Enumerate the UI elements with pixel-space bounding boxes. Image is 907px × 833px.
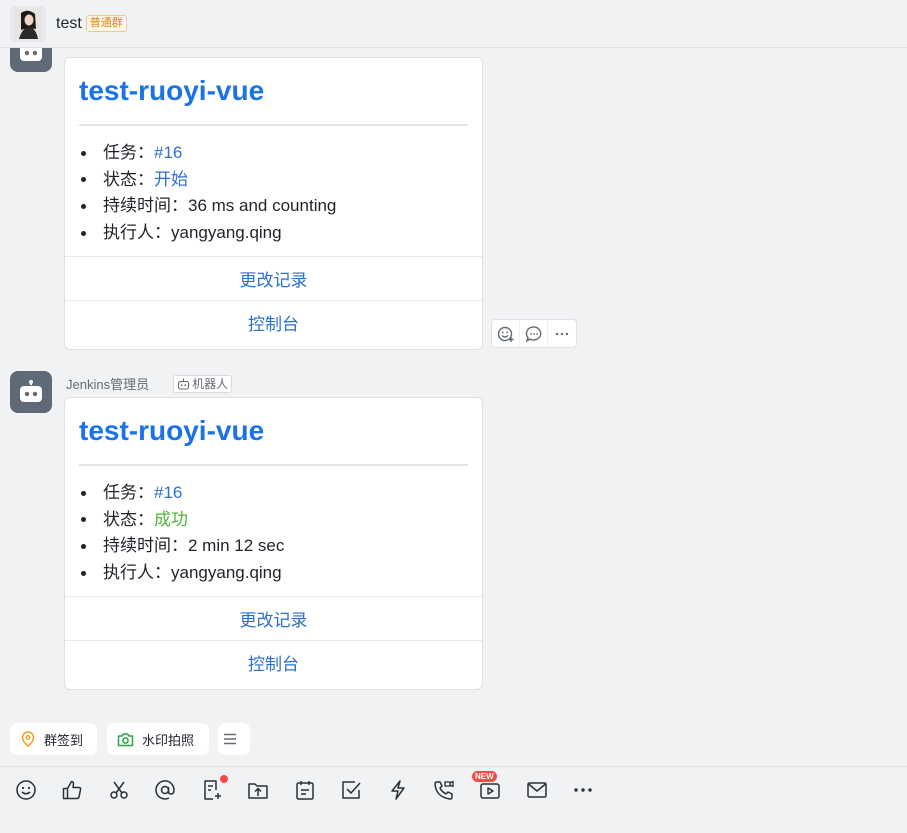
more-tools-button[interactable]	[571, 778, 595, 802]
reply-button[interactable]	[520, 320, 548, 347]
sender-row: Jenkins管理员 机器人	[66, 374, 233, 393]
emoji-button[interactable]	[14, 778, 38, 802]
robot-tag-icon	[178, 378, 190, 390]
bullet	[81, 177, 86, 183]
emoji-add-icon	[497, 326, 513, 342]
field-label: 状态：	[103, 169, 154, 189]
bullet	[81, 490, 86, 496]
quick-reply-button[interactable]	[386, 778, 410, 802]
new-badge: NEW	[472, 771, 497, 782]
add-reaction-button[interactable]	[492, 320, 520, 347]
more-icon	[555, 332, 569, 335]
list-item: 执行人： yangyang.qing	[79, 220, 482, 247]
bullet	[81, 517, 86, 523]
field-label: 任务：	[103, 483, 154, 502]
duration-value: 2 min 12 sec	[188, 536, 285, 556]
bullet	[81, 150, 86, 156]
quick-action-label: 水印拍照	[142, 732, 195, 748]
status-value: 开始	[154, 169, 188, 189]
screenshot-button[interactable]	[107, 778, 131, 802]
list-item: 状态： 开始	[79, 167, 482, 194]
field-label: 任务：	[103, 143, 154, 162]
input-toolbar: NEW	[0, 766, 907, 833]
field-label: 状态：	[103, 509, 154, 529]
field-label: 持续时间：	[103, 536, 188, 556]
executor-value: yangyang.qing	[171, 562, 282, 582]
emoji-icon	[16, 780, 36, 800]
mail-icon	[527, 782, 547, 798]
group-avatar[interactable]	[10, 5, 46, 42]
bullet	[81, 543, 86, 549]
field-label: 执行人：	[103, 222, 171, 242]
camera-icon	[117, 732, 134, 746]
upload-file-button[interactable]	[246, 778, 270, 802]
checkbox-icon	[342, 781, 361, 799]
status-value: 成功	[154, 509, 188, 529]
console-button[interactable]: 控制台	[65, 640, 482, 684]
jenkins-card: test-ruoyi-vue 任务： #16 状态： 成功 持续时间： 2 min 1…	[64, 397, 483, 690]
doc-add-icon	[204, 780, 221, 800]
bot-avatar[interactable]	[10, 371, 52, 413]
list-item: 持续时间： 2 min 12 sec	[79, 533, 482, 560]
list-item: 任务： #16	[79, 140, 482, 167]
location-pin-icon	[21, 731, 35, 747]
avatar-icon	[15, 8, 41, 39]
jenkins-card: test-ruoyi-vue 任务： #16 状态： 开始 持续时间： 36 ms a…	[64, 57, 483, 350]
job-number-link[interactable]: #16	[154, 140, 182, 167]
bot-tag: 机器人	[173, 374, 233, 393]
card-field-list: 任务： #16 状态： 成功 持续时间： 2 min 12 sec 执行人： yangy…	[65, 466, 482, 596]
quick-actions-menu-button[interactable]	[218, 723, 250, 755]
at-icon	[155, 780, 175, 800]
changelog-button[interactable]: 更改记录	[65, 256, 482, 300]
field-label: 执行人：	[103, 562, 171, 582]
calendar-button[interactable]	[293, 778, 317, 802]
call-button[interactable]	[432, 778, 456, 802]
more-icon	[574, 788, 592, 792]
card-title[interactable]: test-ruoyi-vue	[65, 58, 482, 124]
todo-button[interactable]	[339, 778, 363, 802]
group-checkin-button[interactable]: 群签到	[10, 723, 97, 755]
phone-video-icon	[434, 780, 454, 800]
changelog-button[interactable]: 更改记录	[65, 596, 482, 640]
mention-button[interactable]	[153, 778, 177, 802]
menu-icon	[224, 733, 236, 745]
bullet	[81, 203, 86, 209]
like-button[interactable]	[60, 778, 84, 802]
folder-upload-icon	[248, 783, 268, 799]
list-item: 执行人： yangyang.qing	[79, 560, 482, 587]
field-label: 持续时间：	[103, 196, 188, 216]
sender-name[interactable]: Jenkins管理员	[66, 374, 149, 393]
calendar-icon	[296, 781, 314, 800]
duration-value: 36 ms and counting	[188, 196, 337, 216]
email-button[interactable]	[525, 778, 549, 802]
watermark-camera-button[interactable]: 水印拍照	[107, 723, 209, 755]
quick-action-label: 群签到	[44, 732, 84, 748]
bullet	[81, 230, 86, 236]
list-item: 状态： 成功	[79, 507, 482, 534]
task-button[interactable]	[200, 775, 228, 802]
live-button[interactable]: NEW	[472, 771, 502, 802]
card-field-list: 任务： #16 状态： 开始 持续时间： 36 ms and counting 执行人…	[65, 126, 482, 256]
console-button[interactable]: 控制台	[65, 300, 482, 344]
robot-icon	[20, 380, 42, 402]
bullet	[81, 570, 86, 576]
group-type-badge: 普通群	[85, 15, 127, 32]
chat-header: test 普通群	[0, 0, 907, 48]
lightning-icon	[391, 780, 405, 800]
video-play-icon	[480, 783, 500, 799]
list-item: 任务： #16	[79, 480, 482, 507]
scissors-icon	[110, 781, 128, 799]
card-title[interactable]: test-ruoyi-vue	[65, 398, 482, 464]
notification-dot	[220, 775, 228, 783]
list-item: 持续时间： 36 ms and counting	[79, 193, 482, 220]
bot-tag-label: 机器人	[192, 376, 229, 391]
chat-title[interactable]: test	[56, 15, 82, 33]
comment-icon	[525, 325, 541, 343]
executor-value: yangyang.qing	[171, 222, 282, 242]
job-number-link[interactable]: #16	[154, 480, 182, 507]
thumbs-up-icon	[62, 780, 82, 800]
message-actions	[491, 319, 577, 348]
more-actions-button[interactable]	[548, 320, 576, 347]
